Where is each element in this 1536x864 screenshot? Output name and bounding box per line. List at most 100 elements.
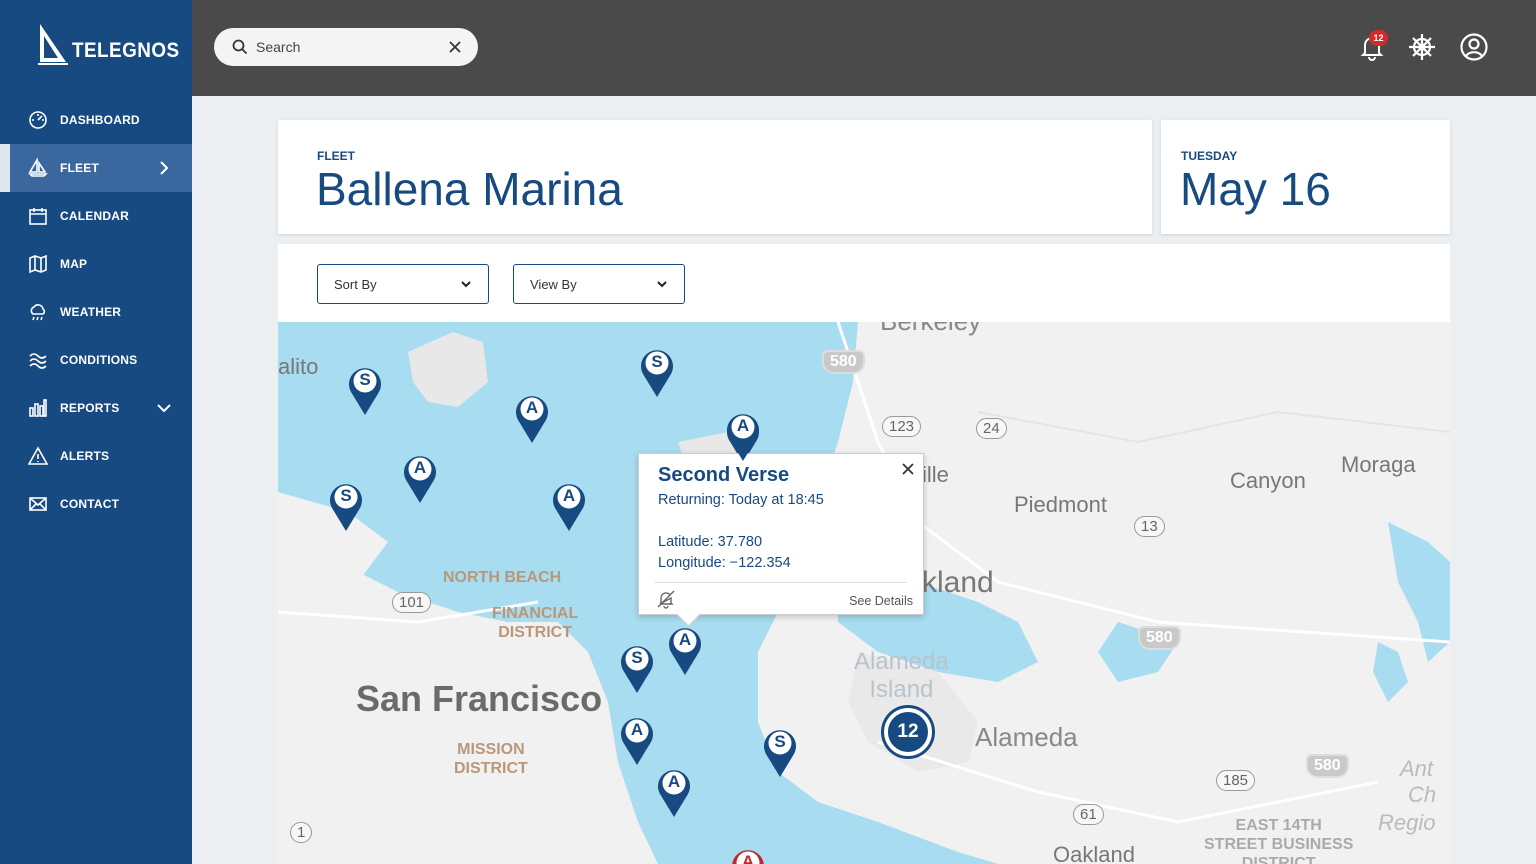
view-by-select[interactable]: View By [513,264,685,304]
chevron-down-icon [157,404,171,413]
search-box [214,28,478,66]
brand-logo[interactable]: TELEGNOS [36,22,192,66]
place-label: ille [922,462,949,487]
interstate-shield: 580 [822,350,865,374]
sidebar-item-alerts[interactable]: ALERTS [0,432,192,480]
place-label: alito [278,354,319,379]
vessel-marker[interactable]: S [619,642,655,694]
marker-letter: S [359,370,371,389]
marker-letter: A [736,416,750,435]
sail-logo-icon [38,24,68,65]
search-icon [232,39,248,55]
vessel-marker[interactable]: A [402,452,438,504]
sidebar-item-label: CONDITIONS [60,353,138,367]
dashboard-icon [28,110,48,130]
search-input[interactable] [256,39,436,55]
route-shield: 24 [976,418,1007,439]
alert-vessel-marker[interactable]: A [730,846,766,864]
sidebar-item-label: MAP [60,257,88,271]
filter-panel: Sort By View By [278,244,1450,322]
route-shield: 123 [882,416,922,437]
vessel-marker[interactable]: S [762,726,798,778]
vessel-return-time: Returning: Today at 18:45 [658,492,824,508]
date-card: TUESDAY May 16 [1161,120,1450,234]
sidebar-item-contact[interactable]: CONTACT [0,480,192,528]
place-label: Alameda Island [854,648,949,703]
vessel-marker[interactable]: S [639,346,675,398]
vessel-marker[interactable]: A [514,392,550,444]
vessel-marker[interactable]: A [656,766,692,818]
sidebar-item-label: ALERTS [60,449,110,463]
ship-wheel-icon[interactable] [1407,32,1437,62]
sidebar-item-weather[interactable]: WEATHER [0,288,192,336]
sidebar-item-label: CALENDAR [60,209,129,223]
sidebar-item-label: REPORTS [60,401,120,415]
see-details-link[interactable]: See Details [849,594,913,608]
sidebar-item-conditions[interactable]: CONDITIONS [0,336,192,384]
sidebar-item-label: FLEET [60,161,99,175]
fleet-eyebrow: FLEET [317,149,355,163]
calendar-icon [28,206,48,226]
chevron-down-icon [461,281,471,288]
place-label: Oakland [1053,842,1135,864]
user-account-icon[interactable] [1459,32,1489,62]
bell-off-icon[interactable] [656,589,676,609]
marker-letter: A [667,772,681,791]
sidebar-item-reports[interactable]: REPORTS [0,384,192,432]
route-shield: 13 [1134,516,1165,537]
place-label: MISSION DISTRICT [454,741,528,777]
brand-name: TELEGNOS [72,39,180,62]
map-icon [28,254,48,274]
weather-icon [28,302,48,322]
selected-vessel-marker[interactable]: A [725,410,761,462]
fleet-header-card: FLEET Ballena Marina [278,120,1152,234]
sort-by-select[interactable]: Sort By [317,264,489,304]
marker-cluster[interactable]: 12 [884,708,932,756]
interstate-shield: 580 [1138,626,1181,650]
sidebar-item-map[interactable]: MAP [0,240,192,288]
sort-by-label: Sort By [334,276,377,292]
mail-icon [28,494,48,514]
sidebar: TELEGNOS DASHBOARD FLEET CALENDAR MAP WE… [0,0,192,864]
place-label: FINANCIAL DISTRICT [492,605,579,641]
notification-badge: 12 [1369,30,1388,46]
marker-letter: A [741,852,755,864]
vessel-longitude: Longitude: −122.354 [658,555,791,571]
place-label: San Francisco [356,678,603,719]
route-shield: 185 [1216,770,1256,791]
place-label: NORTH BEACH [443,569,562,586]
vessel-name: Second Verse [658,464,790,486]
view-by-label: View By [530,276,577,292]
sidebar-item-calendar[interactable]: CALENDAR [0,192,192,240]
place-label: EAST 14TH STREET BUSINESS DISTRICT [1204,817,1354,864]
vessel-marker[interactable]: S [328,480,364,532]
marker-letter: A [562,486,576,505]
marker-letter: S [631,648,643,667]
place-label: Berkeley [880,322,981,337]
top-bar [192,0,1536,96]
sidebar-item-fleet[interactable]: FLEET [0,144,192,192]
place-label: kland [922,566,994,599]
waves-icon [28,350,48,370]
marker-letter: S [651,352,663,371]
vessel-marker[interactable]: A [551,480,587,532]
interstate-shield: 580 [1306,754,1349,778]
sidebar-item-dashboard[interactable]: DASHBOARD [0,96,192,144]
popup-divider [655,582,907,583]
vessel-marker[interactable]: A [619,714,655,766]
page-title: Ballena Marina [316,163,623,215]
sailboat-icon [28,158,48,178]
marker-letter: A [678,630,692,649]
place-label: Regio [1378,810,1436,835]
date-label: May 16 [1180,163,1331,215]
vessel-marker[interactable]: S [347,364,383,416]
marker-letter: S [340,486,352,505]
close-icon[interactable] [901,462,915,476]
marker-letter: A [525,398,539,417]
place-label: Alameda [975,722,1078,752]
clear-search-icon[interactable] [448,40,462,54]
sidebar-nav: DASHBOARD FLEET CALENDAR MAP WEATHER CON… [0,96,192,528]
marker-letter: S [774,732,786,751]
vessel-marker[interactable]: A [667,624,703,676]
route-shield: 1 [290,822,313,843]
